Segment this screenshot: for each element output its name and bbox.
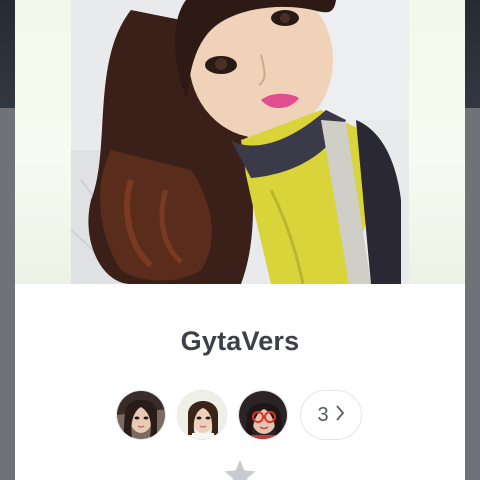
more-friends-button[interactable]: 3 (300, 390, 362, 440)
profile-cover-photo[interactable] (71, 0, 409, 284)
star-icon[interactable] (223, 458, 257, 480)
friend-avatar-3[interactable] (238, 390, 288, 440)
profile-cover[interactable] (15, 0, 465, 284)
friend-avatar-2[interactable] (177, 390, 227, 440)
chevron-right-icon (335, 404, 345, 427)
more-friends-count: 3 (317, 403, 329, 426)
profile-name: GytaVers (180, 326, 300, 356)
profile-card: GytaVers 3 (15, 0, 465, 480)
friend-avatar-1[interactable] (116, 390, 166, 440)
mutual-friends-row: 3 (116, 390, 376, 442)
